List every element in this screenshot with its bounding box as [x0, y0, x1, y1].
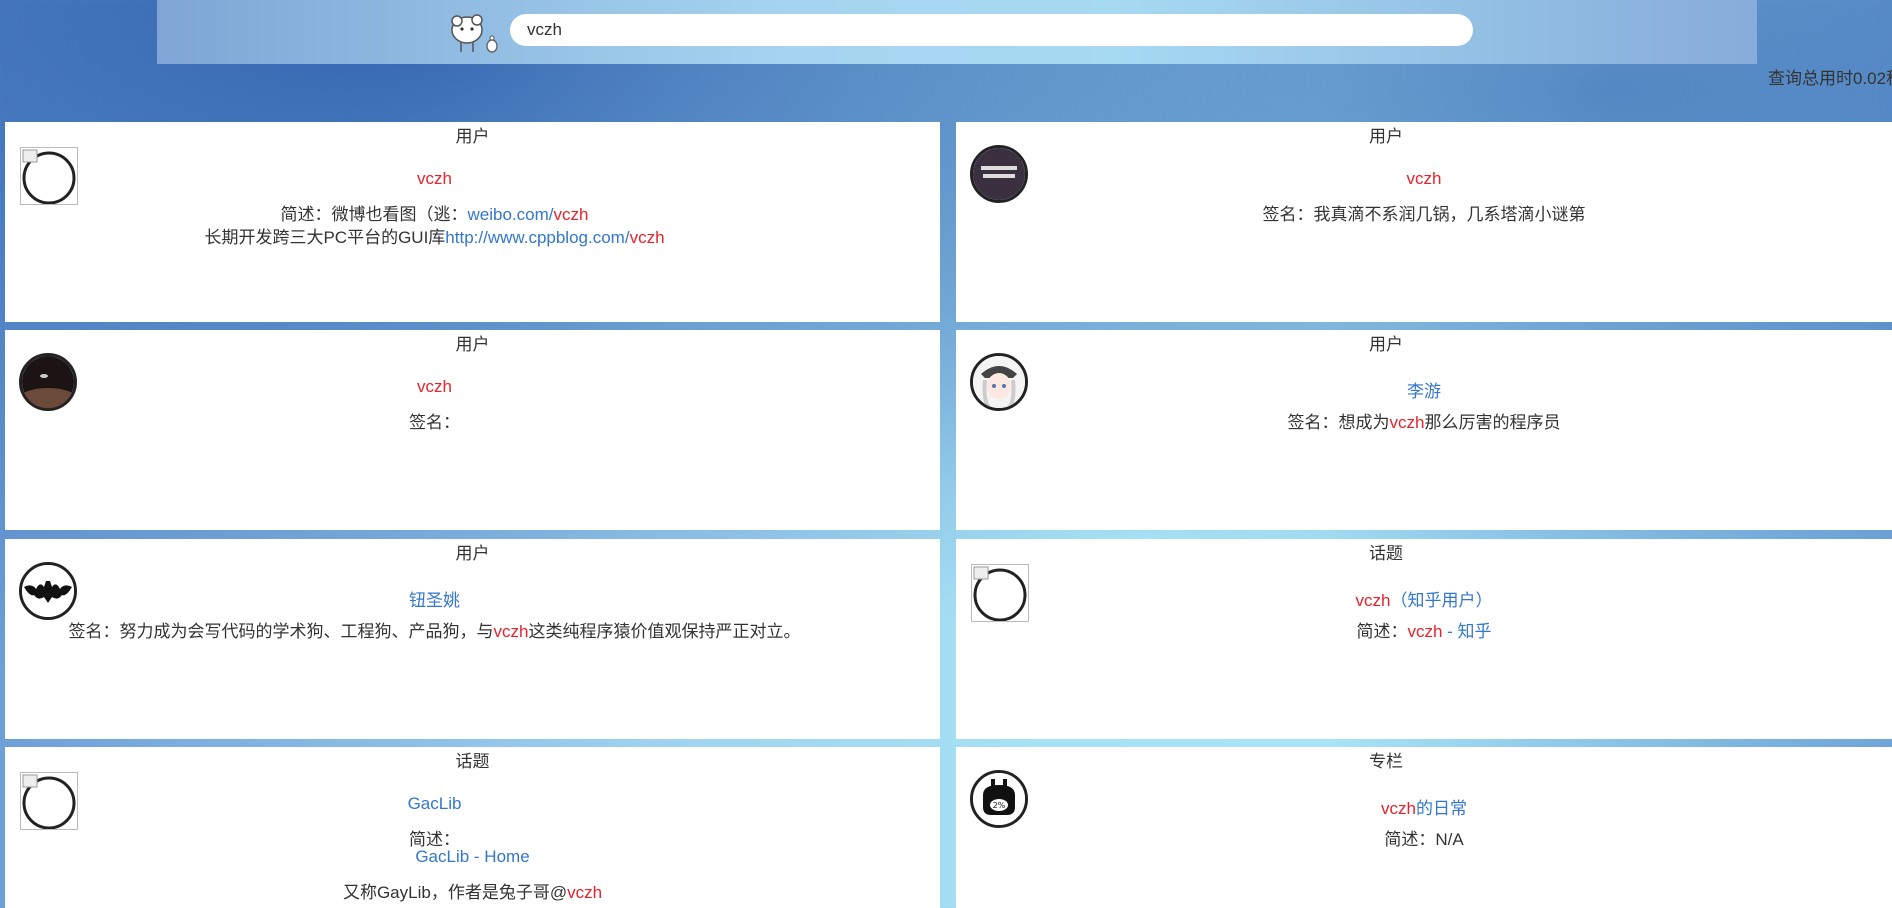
result-card-column[interactable]: 专栏 2% vczh的日常 简述：N/A — [956, 747, 1892, 908]
description-prefix: 简述： — [1356, 622, 1408, 641]
result-card-user-5[interactable]: 用户 钮圣姚 签名：努力成为会写代码的学术狗、工程狗、产品狗，与vczh这类纯程… — [5, 539, 940, 739]
highlight-term: vczh — [493, 622, 529, 641]
description-prefix: 又称GayLib，作者是兔子哥@ — [342, 883, 568, 902]
result-signature: 签名：我真滴不系润几锅，几系塔滴小谜第 — [1262, 205, 1586, 224]
result-title[interactable]: 李游 — [956, 377, 1892, 402]
result-signature: 签名：想成为vczh那么厉害的程序员 — [956, 408, 1892, 433]
description-prefix: 长期开发跨三大PC平台的GUI库 — [204, 228, 446, 247]
result-card-topic-2[interactable]: 话题 GacLib 简述： GacLib - Home 又称GayLib，作者是… — [5, 747, 940, 908]
result-title-link[interactable]: 李游 — [1407, 382, 1441, 401]
result-type-label: 用户 — [455, 544, 490, 563]
signature-prefix: 签名：努力成为会写代码的学术狗、工程狗、产品狗，与 — [68, 622, 494, 641]
result-type-label: 用户 — [1369, 127, 1403, 146]
result-type-label: 专栏 — [1369, 752, 1403, 771]
result-type-label: 用户 — [1369, 335, 1403, 354]
result-title-link[interactable]: vczh — [417, 377, 452, 396]
search-input[interactable] — [510, 14, 1473, 46]
sheep-logo-icon[interactable] — [447, 12, 499, 54]
highlight-term: vczh — [1355, 591, 1391, 610]
result-title[interactable]: vczh（知乎用户） — [956, 586, 1892, 611]
result-card-user-3[interactable]: 用户 vczh 签名： — [5, 330, 940, 530]
result-title-link[interactable]: GacLib — [408, 794, 462, 813]
result-type-label: 话题 — [455, 752, 490, 771]
gaclib-link[interactable]: GacLib - Home — [415, 847, 529, 866]
highlight-term: vczh — [1389, 413, 1425, 432]
result-card-topic-1[interactable]: 话题 vczh（知乎用户） 简述：vczh - 知乎 — [956, 539, 1892, 739]
signature-prefix: 签名：想成为 — [1287, 413, 1390, 432]
result-title-link[interactable]: vczh — [1407, 169, 1442, 188]
signature-suffix: 这类纯程序猿价值观保持严正对立。 — [528, 622, 801, 641]
result-card-user-2[interactable]: 用户 vczh 签名：我真滴不系润几锅，几系塔滴小谜第 — [956, 122, 1892, 322]
query-time-text: 查询总用时0.02秒 — [1768, 69, 1892, 88]
highlight-term: vczh — [553, 205, 589, 224]
result-title[interactable]: vczh的日常 — [956, 794, 1892, 819]
result-type-label: 话题 — [1369, 544, 1403, 563]
result-signature: 签名： — [409, 413, 460, 432]
search-header — [157, 0, 1757, 64]
result-card-user-4[interactable]: 用户 李游 签名：想成为vczh那么厉害的程序员 — [956, 330, 1892, 530]
result-description-line2: 长期开发跨三大PC平台的GUI库http://www.cppblog.com/v… — [0, 223, 940, 248]
result-type-label: 用户 — [455, 335, 490, 354]
result-title[interactable]: vczh — [0, 169, 940, 189]
zhihu-link[interactable]: - 知乎 — [1442, 622, 1491, 641]
result-title[interactable]: 钮圣姚 — [0, 586, 940, 611]
title-rest: （知乎用户） — [1390, 591, 1493, 610]
highlight-term: vczh — [1381, 799, 1416, 818]
result-description: 简述：N/A — [1384, 830, 1464, 849]
description-prefix: 简述：微博也看图（逃： — [280, 205, 468, 224]
result-title-link[interactable]: vczh — [417, 169, 452, 188]
result-description-line3: 又称GayLib，作者是兔子哥@vczh — [5, 878, 940, 903]
result-description: 简述：vczh - 知乎 — [956, 617, 1892, 642]
result-type-label: 用户 — [455, 127, 490, 146]
result-title-link[interactable]: 钮圣姚 — [409, 591, 460, 610]
highlight-term: vczh — [629, 228, 665, 247]
result-title[interactable]: GacLib — [0, 794, 940, 814]
result-title[interactable]: vczh — [956, 169, 1892, 189]
title-rest: 的日常 — [1415, 799, 1467, 818]
result-title[interactable]: vczh — [0, 377, 940, 397]
gaclib-home-link[interactable]: GacLib - Home — [5, 847, 940, 867]
weibo-link[interactable]: weibo.com/ — [468, 205, 554, 224]
result-title-link[interactable]: vczh（知乎用户） — [1356, 591, 1493, 610]
result-signature: 签名：努力成为会写代码的学术狗、工程狗、产品狗，与vczh这类纯程序猿价值观保持… — [0, 617, 940, 642]
result-card-user-1[interactable]: 用户 vczh 简述：微博也看图（逃：weibo.com/vczh 长期开发跨三… — [5, 122, 940, 322]
highlight-term: vczh — [567, 883, 603, 902]
highlight-term: vczh — [1407, 622, 1443, 641]
signature-suffix: 那么厉害的程序员 — [1424, 413, 1561, 432]
result-description: 简述：微博也看图（逃：weibo.com/vczh — [0, 200, 940, 225]
result-title-link[interactable]: vczh的日常 — [1381, 799, 1467, 818]
cppblog-link[interactable]: http://www.cppblog.com/ — [445, 228, 629, 247]
